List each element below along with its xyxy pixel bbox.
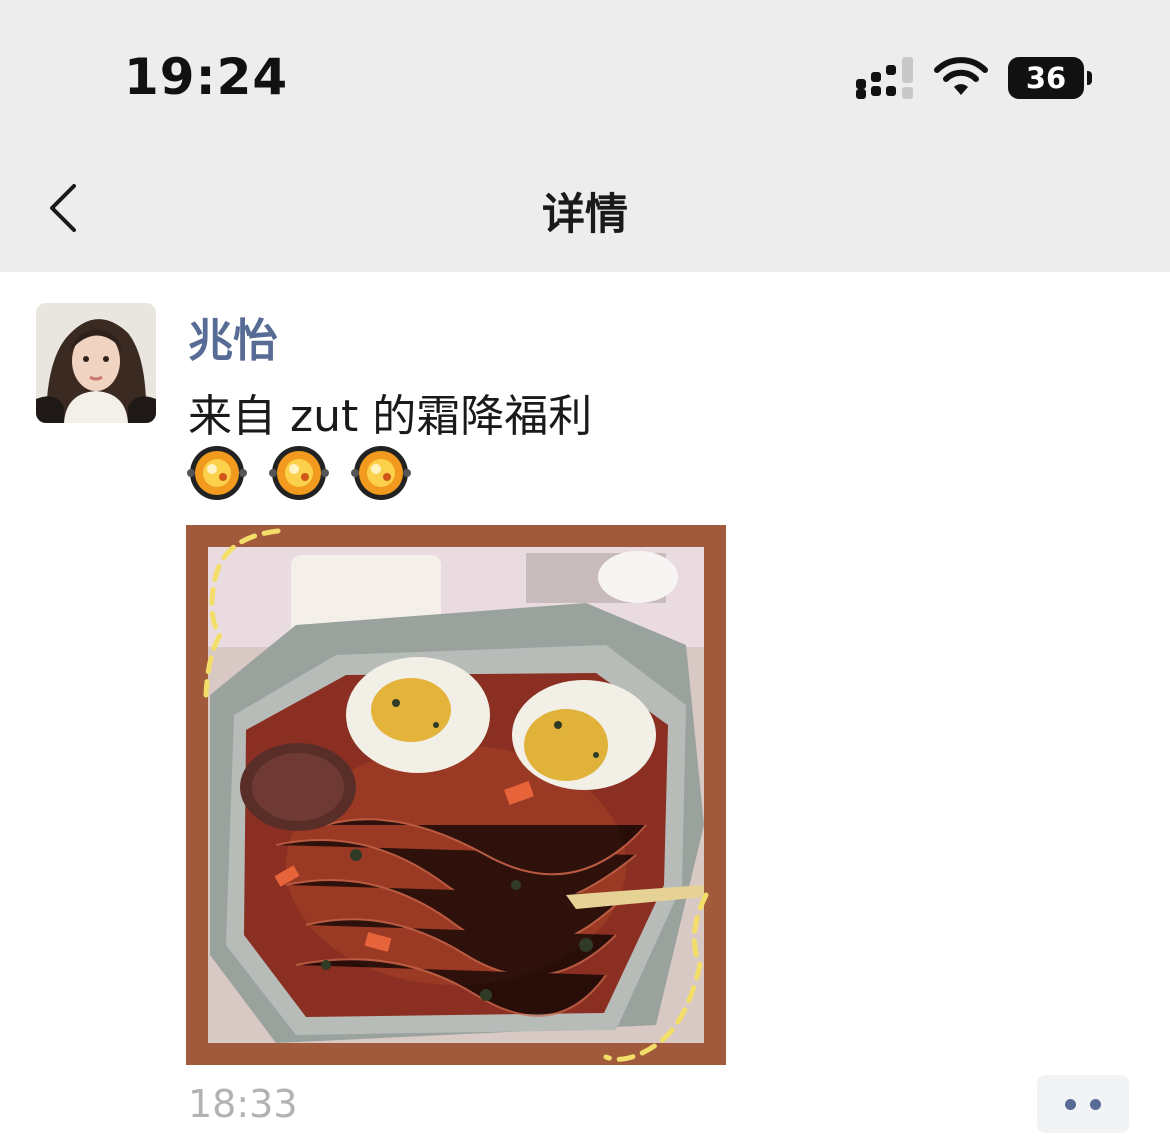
page-title: 详情 <box>542 190 628 240</box>
status-time: 19:24 <box>124 48 289 106</box>
post-timestamp: 18:33 <box>188 1082 298 1126</box>
post-author-name[interactable]: 兆怡 <box>188 304 278 369</box>
two-dots-icon <box>1065 1099 1076 1110</box>
battery-icon: 36 <box>1008 57 1094 99</box>
emoji-row <box>186 442 412 504</box>
battery-level: 36 <box>1008 57 1084 99</box>
post-photo[interactable] <box>186 525 726 1065</box>
more-actions-button[interactable] <box>1037 1075 1129 1133</box>
avatar[interactable] <box>36 303 156 423</box>
wifi-icon <box>934 57 988 95</box>
cellular-signal-icon <box>856 57 913 99</box>
shallow-pan-of-food-emoji <box>269 446 329 500</box>
shallow-pan-of-food-emoji <box>187 446 247 500</box>
post-text: 来自 zut 的霜降福利 <box>188 391 593 442</box>
shallow-pan-of-food-emoji <box>351 446 411 500</box>
